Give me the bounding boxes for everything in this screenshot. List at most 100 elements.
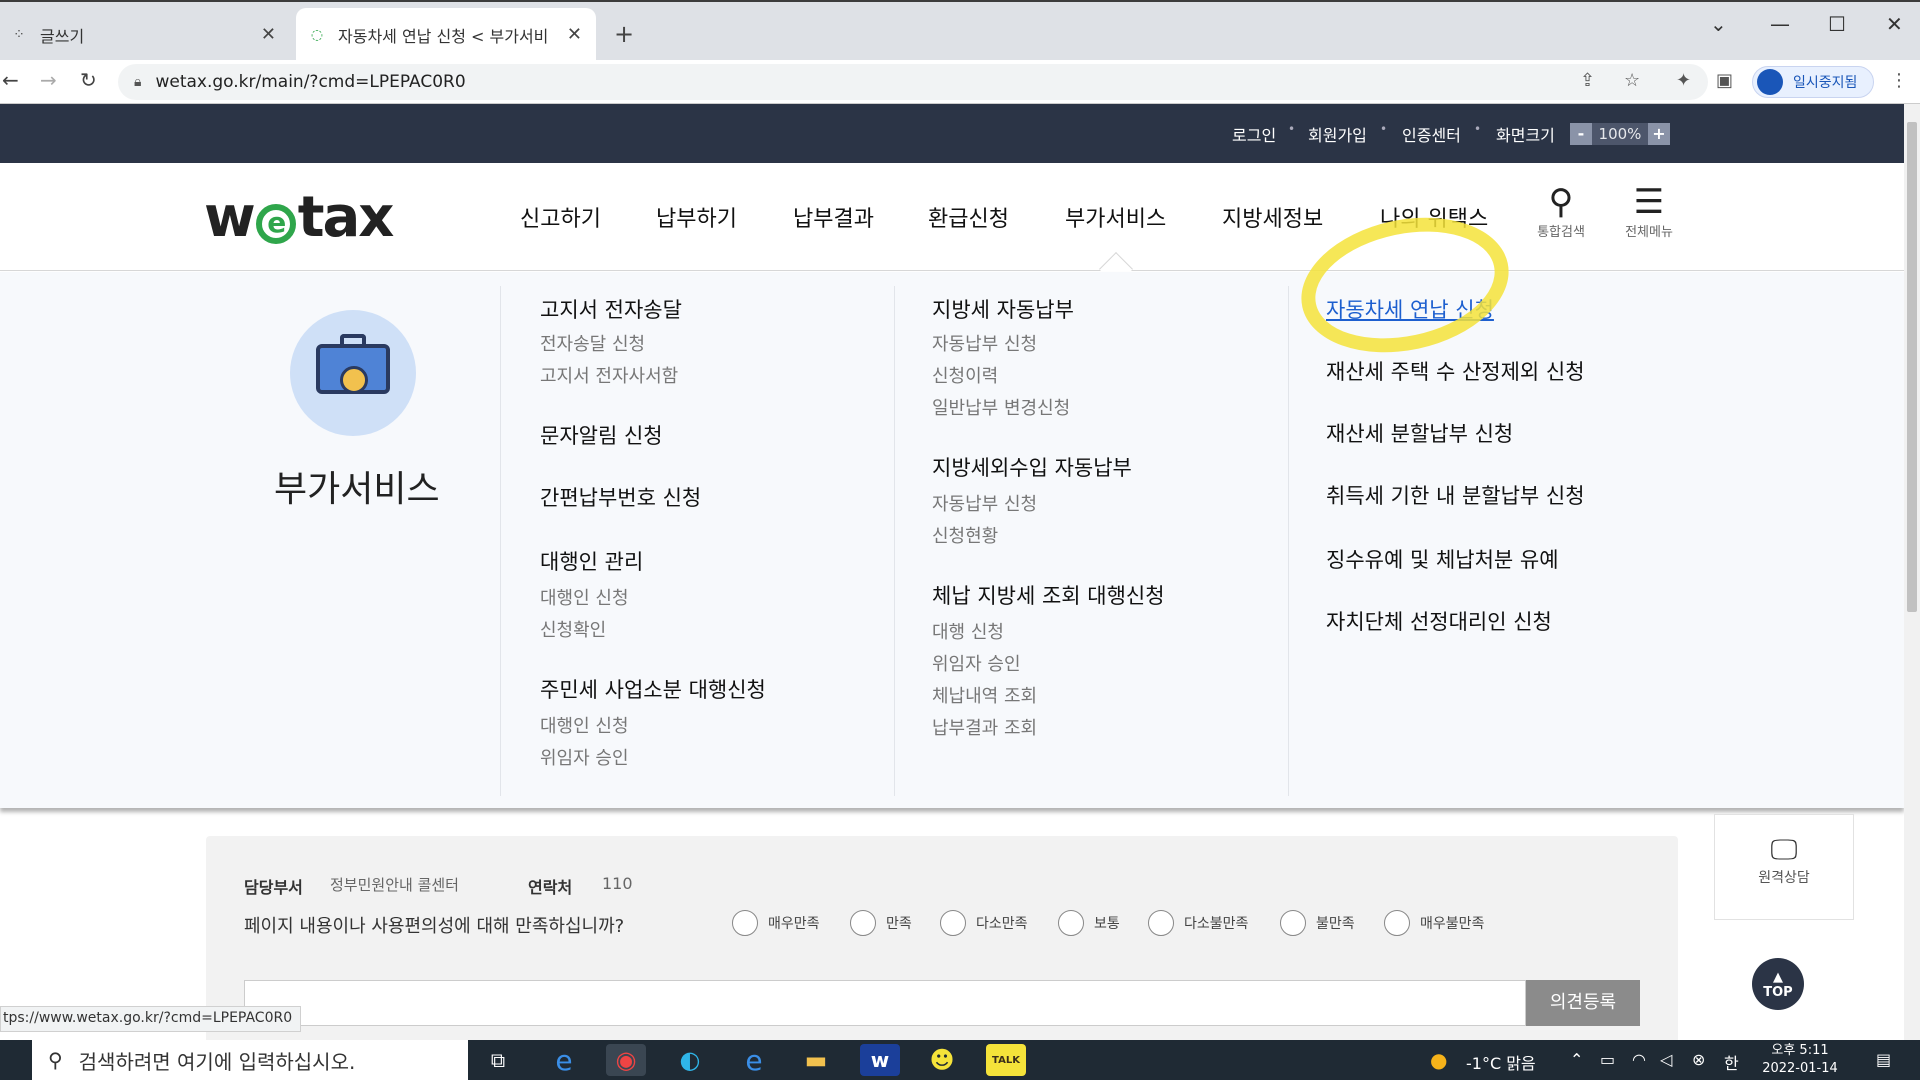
zoom-out-button[interactable]: - — [1570, 123, 1592, 145]
menu-nontax-auto-pay[interactable]: 지방세외수입 자동납부 — [932, 452, 1132, 482]
tray-close-icon[interactable]: ⊗ — [1692, 1050, 1705, 1069]
window-close-button[interactable]: ✕ — [1886, 12, 1903, 36]
new-tab-button[interactable]: + — [614, 20, 634, 48]
extensions-icon[interactable]: ✦ — [1676, 70, 1691, 91]
menu-nontax-auto-pay-apply[interactable]: 자동납부 신청 — [932, 490, 1037, 516]
browser-tab-wetax[interactable]: ◌ 자동차세 연납 신청 < 부가서비 ✕ — [296, 8, 596, 62]
gnb-report[interactable]: 신고하기 — [520, 201, 601, 233]
menu-agent-manage[interactable]: 대행인 관리 — [540, 546, 643, 576]
zoom-control: - 100% + — [1570, 122, 1670, 146]
join-link[interactable]: 회원가입 — [1308, 122, 1367, 146]
menu-resident-agent-apply[interactable]: 대행인 신청 — [540, 712, 629, 738]
radio-dissatisfied[interactable]: 불만족 — [1280, 910, 1355, 936]
ime-indicator[interactable]: 한 — [1724, 1050, 1739, 1074]
menu-auto-pay-history[interactable]: 신청이력 — [932, 362, 998, 388]
menu-arrears-agent[interactable]: 체납 지방세 조회 대행신청 — [932, 580, 1165, 610]
profile-button[interactable]: 일시중지됨 — [1752, 66, 1874, 98]
gnb-pay-result[interactable]: 납부결과 — [793, 201, 874, 233]
page-scrollbar[interactable] — [1904, 104, 1920, 1040]
menu-agent-apply[interactable]: 대행인 신청 — [540, 584, 629, 610]
back-button[interactable]: ← — [2, 68, 19, 92]
menu-municipal-agent[interactable]: 자치단체 선정대리인 신청 — [1326, 606, 1552, 636]
close-icon[interactable]: ✕ — [261, 24, 276, 45]
tab-search-icon[interactable]: ⌄ — [1710, 12, 1727, 36]
folder-icon[interactable]: ▬ — [796, 1044, 836, 1076]
radio-somewhat-dissatisfied[interactable]: 다소불만족 — [1148, 910, 1248, 936]
gnb-extra-services[interactable]: 부가서비스 — [1065, 201, 1166, 233]
tab-title: 글쓰기 — [40, 27, 85, 46]
login-link[interactable]: 로그인 — [1232, 122, 1276, 146]
menu-e-delivery[interactable]: 고지서 전자송달 — [540, 294, 682, 324]
task-view-icon[interactable]: ⧉ — [478, 1044, 518, 1076]
radio-very-satisfied[interactable]: 매우만족 — [732, 910, 820, 936]
tray-device-icon[interactable]: ▭ — [1600, 1050, 1615, 1069]
top-button[interactable]: ▲ TOP — [1752, 958, 1804, 1010]
bookmark-star-icon[interactable]: ☆ — [1624, 70, 1640, 91]
volume-mute-icon[interactable]: ◁ — [1660, 1050, 1672, 1069]
menu-resident-delegate-approve[interactable]: 위임자 승인 — [540, 744, 629, 770]
dept-label: 담당부서 — [244, 878, 303, 897]
taskbar-search[interactable]: ⚲ 검색하려면 여기에 입력하십시오. — [32, 1040, 468, 1080]
menu-auto-pay[interactable]: 지방세 자동납부 — [932, 294, 1074, 324]
smiley-icon[interactable]: ☻ — [922, 1044, 962, 1076]
wetax-logo[interactable]: w e tax — [204, 185, 394, 250]
zoom-value: 100% — [1592, 123, 1648, 145]
submit-feedback-button[interactable]: 의견등록 — [1526, 980, 1640, 1026]
radio-very-dissatisfied[interactable]: 매우불만족 — [1384, 910, 1484, 936]
menu-agent-check[interactable]: 신청확인 — [540, 616, 606, 642]
gnb-pay[interactable]: 납부하기 — [656, 201, 737, 233]
ie-icon[interactable]: e — [544, 1044, 584, 1077]
menu-resident-tax-agent[interactable]: 주민세 사업소분 대행신청 — [540, 674, 766, 704]
scrollbar-thumb[interactable] — [1907, 122, 1917, 612]
close-icon[interactable]: ✕ — [567, 24, 582, 45]
url-field[interactable]: 🔒︎ wetax.go.kr/main/?cmd=LPEPAC0R0 — [118, 64, 1708, 100]
network-icon[interactable]: ◠ — [1632, 1050, 1646, 1069]
menu-acquisition-tax-installment[interactable]: 취득세 기한 내 분할납부 신청 — [1326, 480, 1585, 510]
tray-chevron-icon[interactable]: ⌃ — [1570, 1050, 1583, 1069]
kakaotalk-icon[interactable]: TALK — [986, 1044, 1026, 1076]
radio-neutral[interactable]: 보통 — [1058, 910, 1120, 936]
menu-collection-deferral[interactable]: 징수유예 및 체납처분 유예 — [1326, 544, 1559, 574]
menu-normal-pay-change[interactable]: 일반납부 변경신청 — [932, 394, 1070, 420]
menu-easy-pay-number[interactable]: 간편납부번호 신청 — [540, 482, 701, 512]
menu-e-mailbox[interactable]: 고지서 전자사서함 — [540, 362, 678, 388]
zoom-in-button[interactable]: + — [1648, 123, 1670, 145]
side-panel-icon[interactable]: ▣ — [1716, 70, 1733, 91]
weather-text[interactable]: -1°C 맑음 — [1466, 1050, 1536, 1074]
menu-e-delivery-apply[interactable]: 전자송달 신청 — [540, 330, 645, 356]
menu-arrears-agent-apply[interactable]: 대행 신청 — [932, 618, 1004, 644]
maximize-button[interactable]: ☐ — [1828, 12, 1846, 36]
search-button[interactable]: ⚲ 통합검색 — [1530, 183, 1592, 240]
feedback-input[interactable] — [244, 980, 1526, 1026]
wavve-icon[interactable]: w — [860, 1044, 900, 1076]
browser-tab-write[interactable]: ⁘ 글쓰기 ✕ — [0, 8, 290, 62]
clock[interactable]: 오후 5:11 2022-01-14 — [1752, 1042, 1848, 1078]
remote-consult-button[interactable]: 🖵︎ 원격상담 — [1714, 814, 1854, 920]
start-button[interactable] — [0, 1040, 30, 1080]
menu-nontax-apply-status[interactable]: 신청현황 — [932, 522, 998, 548]
clock-date: 2022-01-14 — [1762, 1061, 1838, 1076]
menu-auto-pay-apply[interactable]: 자동납부 신청 — [932, 330, 1037, 356]
menu-arrears-pay-result[interactable]: 납부결과 조회 — [932, 714, 1037, 740]
column-divider — [500, 286, 501, 796]
forward-button[interactable]: → — [40, 68, 57, 92]
share-icon[interactable]: ⇪ — [1580, 70, 1595, 91]
reload-button[interactable]: ↻ — [80, 68, 97, 92]
menu-arrears-lookup[interactable]: 체납내역 조회 — [932, 682, 1037, 708]
radio-somewhat-satisfied[interactable]: 다소만족 — [940, 910, 1028, 936]
radio-satisfied[interactable]: 만족 — [850, 910, 912, 936]
menu-sms-alert[interactable]: 문자알림 신청 — [540, 420, 663, 450]
gnb-refund[interactable]: 환급신청 — [928, 201, 1009, 233]
minimize-button[interactable]: — — [1770, 12, 1790, 36]
ie-legacy-icon[interactable]: e — [734, 1044, 774, 1077]
menu-property-tax-installment[interactable]: 재산세 분할납부 신청 — [1326, 418, 1513, 448]
browser-menu-icon[interactable]: ⋮ — [1890, 70, 1908, 91]
all-menu-button[interactable]: ☰ 전체메뉴 — [1618, 183, 1680, 240]
chrome-icon[interactable]: ◉ — [606, 1044, 646, 1076]
menu-arrears-delegate-approve[interactable]: 위임자 승인 — [932, 650, 1021, 676]
menu-property-tax-exclusion[interactable]: 재산세 주택 수 산정제외 신청 — [1326, 356, 1585, 386]
cert-center-link[interactable]: 인증센터 — [1402, 122, 1461, 146]
notification-icon[interactable]: ▤ — [1876, 1050, 1891, 1069]
gnb-local-tax-info[interactable]: 지방세정보 — [1222, 201, 1323, 233]
edge-icon[interactable]: ◐ — [670, 1044, 710, 1076]
